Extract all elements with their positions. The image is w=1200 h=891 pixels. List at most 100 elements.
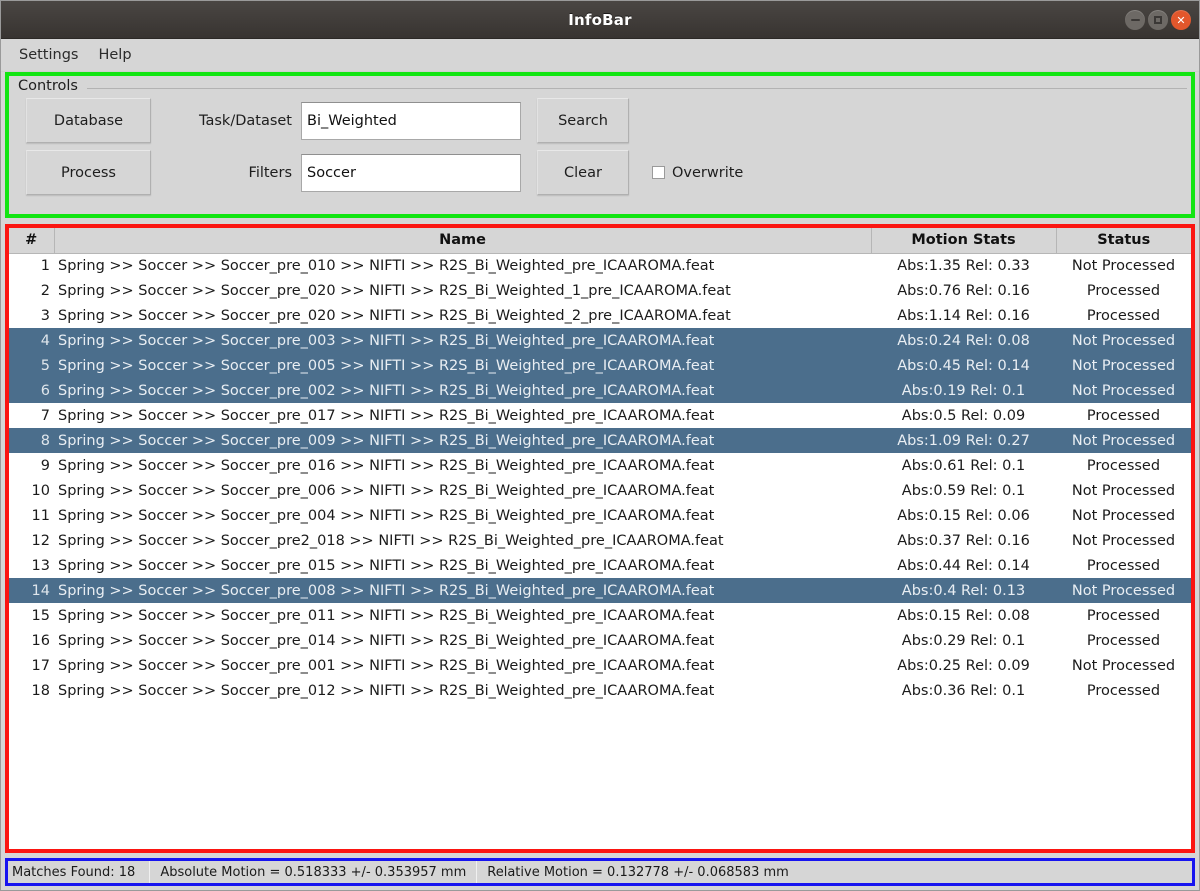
row-status: Not Processed [1071, 657, 1176, 674]
row-motion: Abs:0.15 Rel: 0.06 [897, 507, 1030, 524]
table-row[interactable]: 5 Spring >> Soccer >> Soccer_pre_005 >> N… [9, 353, 1191, 378]
row-motion: Abs:0.5 Rel: 0.09 [901, 407, 1026, 424]
column-header-status[interactable]: Status [1056, 228, 1191, 254]
row-motion: Abs:0.44 Rel: 0.14 [897, 557, 1030, 574]
row-index: 12 [31, 532, 50, 549]
overwrite-checkbox-row[interactable]: Overwrite [652, 165, 743, 181]
menu-item-help[interactable]: Help [90, 43, 139, 67]
row-name: Spring >> Soccer >> Soccer_pre_015 >> NI… [58, 557, 715, 574]
table-row[interactable]: 17 Spring >> Soccer >> Soccer_pre_001 >> … [9, 653, 1191, 678]
row-motion: Abs:1.14 Rel: 0.16 [897, 307, 1030, 324]
task-dataset-input[interactable]: Bi_Weighted [301, 101, 521, 140]
row-index: 5 [9, 353, 54, 378]
row-index: 15 [31, 607, 50, 624]
row-status: Not Processed [1056, 578, 1191, 603]
row-name: Spring >> Soccer >> Soccer_pre_020 >> NI… [58, 282, 731, 299]
table-empty-area[interactable] [9, 703, 1191, 849]
row-index: 13 [31, 557, 50, 574]
row-status: Processed [1086, 307, 1161, 324]
row-name: Spring >> Soccer >> Soccer_pre_004 >> NI… [58, 507, 715, 524]
table-row[interactable]: 15 Spring >> Soccer >> Soccer_pre_011 >> … [9, 603, 1191, 628]
table-row[interactable]: 6 Spring >> Soccer >> Soccer_pre_002 >> N… [9, 378, 1191, 403]
row-index: 16 [31, 632, 50, 649]
row-name: Spring >> Soccer >> Soccer_pre_010 >> NI… [58, 257, 715, 274]
row-name: Spring >> Soccer >> Soccer_pre_008 >> NI… [54, 578, 871, 603]
row-status: Processed [1086, 607, 1161, 624]
row-motion: Abs:0.19 Rel: 0.1 [871, 378, 1056, 403]
table-row[interactable]: 12 Spring >> Soccer >> Soccer_pre2_018 >>… [9, 528, 1191, 553]
row-name: Spring >> Soccer >> Soccer_pre_001 >> NI… [58, 657, 715, 674]
row-status: Not Processed [1056, 428, 1191, 453]
row-name: Spring >> Soccer >> Soccer_pre_002 >> NI… [54, 378, 871, 403]
row-status: Not Processed [1056, 328, 1191, 353]
row-index: 2 [40, 282, 50, 299]
menu-bar: Settings Help [1, 39, 1199, 72]
task-dataset-label: Task/Dataset [199, 112, 292, 129]
window-controls: ✕ [1125, 1, 1191, 39]
row-status: Not Processed [1056, 353, 1191, 378]
row-motion: Abs:0.59 Rel: 0.1 [901, 482, 1026, 499]
row-index: 11 [31, 507, 50, 524]
clear-button[interactable]: Clear [537, 150, 629, 195]
relative-motion-status: Relative Motion = 0.132778 +/- 0.068583 … [487, 864, 789, 880]
row-name: Spring >> Soccer >> Soccer_pre_012 >> NI… [58, 682, 715, 699]
search-button[interactable]: Search [537, 98, 629, 143]
table-row[interactable]: 10 Spring >> Soccer >> Soccer_pre_006 >> … [9, 478, 1191, 503]
table-row[interactable]: 13 Spring >> Soccer >> Soccer_pre_015 >> … [9, 553, 1191, 578]
table-row[interactable]: 18 Spring >> Soccer >> Soccer_pre_012 >> … [9, 678, 1191, 703]
row-status: Not Processed [1071, 482, 1176, 499]
row-motion: Abs:0.61 Rel: 0.1 [901, 457, 1026, 474]
row-motion: Abs:1.09 Rel: 0.27 [871, 428, 1056, 453]
row-motion: Abs:0.45 Rel: 0.14 [871, 353, 1056, 378]
filters-input[interactable]: Soccer [301, 153, 521, 192]
table-row[interactable]: 14 Spring >> Soccer >> Soccer_pre_008 >> … [9, 578, 1191, 603]
column-header-index[interactable]: # [9, 228, 55, 254]
minimize-icon[interactable] [1125, 10, 1145, 30]
row-status: Not Processed [1071, 257, 1176, 274]
row-motion: Abs:0.24 Rel: 0.08 [871, 328, 1056, 353]
row-index: 17 [31, 657, 50, 674]
column-header-motion[interactable]: Motion Stats [871, 228, 1057, 254]
row-name: Spring >> Soccer >> Soccer_pre_006 >> NI… [58, 482, 715, 499]
row-index: 9 [40, 457, 50, 474]
maximize-icon[interactable] [1148, 10, 1168, 30]
table-row[interactable]: 16 Spring >> Soccer >> Soccer_pre_014 >> … [9, 628, 1191, 653]
table-row[interactable]: 11 Spring >> Soccer >> Soccer_pre_004 >> … [9, 503, 1191, 528]
app-window: InfoBar ✕ Settings Help Controls Databas… [0, 0, 1200, 891]
process-button[interactable]: Process [26, 150, 151, 195]
row-motion: Abs:0.37 Rel: 0.16 [897, 532, 1030, 549]
row-name: Spring >> Soccer >> Soccer_pre_011 >> NI… [58, 607, 715, 624]
row-name: Spring >> Soccer >> Soccer_pre_014 >> NI… [58, 632, 715, 649]
table-header-row: # Name Motion Stats Status [9, 228, 1191, 254]
row-motion: Abs:0.29 Rel: 0.1 [901, 632, 1026, 649]
row-name: Spring >> Soccer >> Soccer_pre_020 >> NI… [58, 307, 731, 324]
table-row[interactable]: 1 Spring >> Soccer >> Soccer_pre_010 >> N… [9, 253, 1191, 278]
row-index: 6 [9, 378, 54, 403]
table-row[interactable]: 2 Spring >> Soccer >> Soccer_pre_020 >> N… [9, 278, 1191, 303]
database-button[interactable]: Database [26, 98, 151, 143]
close-icon[interactable]: ✕ [1171, 10, 1191, 30]
table-row[interactable]: 7 Spring >> Soccer >> Soccer_pre_017 >> N… [9, 403, 1191, 428]
row-motion: Abs:1.35 Rel: 0.33 [897, 257, 1030, 274]
row-motion: Abs:0.36 Rel: 0.1 [901, 682, 1026, 699]
table-row[interactable]: 4 Spring >> Soccer >> Soccer_pre_003 >> N… [9, 328, 1191, 353]
row-status: Not Processed [1056, 378, 1191, 403]
column-header-name[interactable]: Name [54, 228, 872, 254]
table-row[interactable]: 8 Spring >> Soccer >> Soccer_pre_009 >> N… [9, 428, 1191, 453]
menu-item-settings[interactable]: Settings [11, 43, 86, 67]
controls-panel: Controls Database Task/Dataset Bi_Weight… [5, 72, 1195, 218]
overwrite-checkbox[interactable] [652, 166, 665, 179]
filters-label: Filters [248, 164, 292, 181]
row-status: Processed [1086, 632, 1161, 649]
row-motion: Abs:0.15 Rel: 0.08 [897, 607, 1030, 624]
table-row[interactable]: 3 Spring >> Soccer >> Soccer_pre_020 >> N… [9, 303, 1191, 328]
results-table-panel[interactable]: # Name Motion Stats Status 1 Spring >> So… [5, 224, 1195, 853]
row-name: Spring >> Soccer >> Soccer_pre_016 >> NI… [58, 457, 715, 474]
row-index: 18 [31, 682, 50, 699]
row-index: 7 [40, 407, 50, 424]
row-motion: Abs:0.4 Rel: 0.13 [871, 578, 1056, 603]
controls-group-label: Controls [15, 78, 81, 94]
table-row[interactable]: 9 Spring >> Soccer >> Soccer_pre_016 >> N… [9, 453, 1191, 478]
row-motion: Abs:0.76 Rel: 0.16 [897, 282, 1030, 299]
row-index: 10 [31, 482, 50, 499]
